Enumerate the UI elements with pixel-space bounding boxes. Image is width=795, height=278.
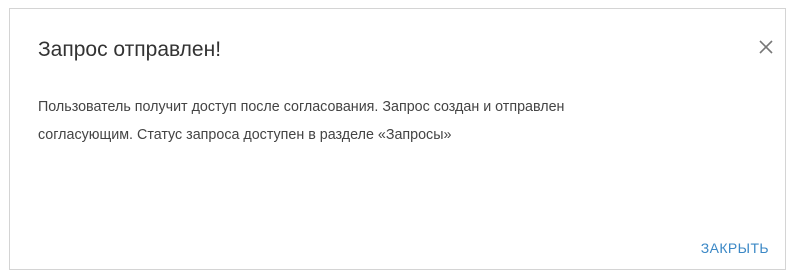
close-icon: [759, 40, 773, 54]
close-button[interactable]: ЗАКРЫТЬ: [701, 238, 769, 258]
dialog-title: Запрос отправлен!: [38, 38, 222, 61]
request-sent-dialog: Запрос отправлен! Пользователь получит д…: [9, 8, 786, 270]
dialog-message: Пользователь получит доступ после соглас…: [38, 93, 758, 149]
dialog-message-line-2: согласующим. Статус запроса доступен в р…: [38, 127, 452, 143]
close-icon-button[interactable]: [755, 36, 777, 58]
dialog-message-line-1: Пользователь получит доступ после соглас…: [38, 99, 565, 115]
